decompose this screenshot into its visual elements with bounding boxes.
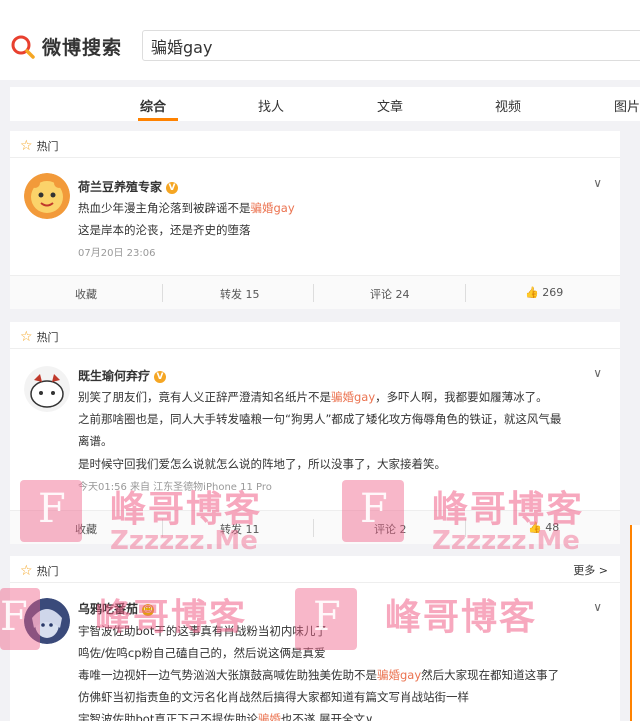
username-text[interactable]: 荷兰豆养殖专家 xyxy=(78,180,162,194)
username-text[interactable]: 既生瑜何弃疗 xyxy=(78,369,150,383)
divider xyxy=(10,582,620,583)
post-meta[interactable]: 今天01:56 来自 江东圣德物iPhone 11 Pro xyxy=(78,478,272,493)
comment-button[interactable]: 评论 2 xyxy=(374,521,407,537)
username-text[interactable]: 乌鸦吃番茄 xyxy=(78,602,138,616)
avatar[interactable] xyxy=(24,598,70,644)
separator xyxy=(313,519,314,537)
tab-comprehensive[interactable]: 综合 xyxy=(140,96,166,115)
hot-label: ☆ 热门 xyxy=(20,138,59,154)
star-icon: ☆ xyxy=(20,329,33,345)
keyword-highlight[interactable]: 骗婚gay xyxy=(331,390,375,404)
repost-button[interactable]: 转发 15 xyxy=(220,286,260,302)
post-line: 之前那啥圈也是，同人大手转发嗑粮一句“狗男人”都成了矮化攻方侮辱角色的铁证，就这… xyxy=(78,412,562,426)
post-line: 别笑了朋友们，竟有人义正辞严澄清知名纸片不是骗婚gay，多吓人啊，我都要如履薄冰… xyxy=(78,390,548,404)
weibo-card: ☆ 热门 既生瑜何弃疗 V ∨ 别笑了朋友们，竟有人义正辞严澄清知名纸片不是骗婚g… xyxy=(10,322,620,544)
weibo-search-logo[interactable]: 微博搜索 xyxy=(10,33,122,60)
like-button[interactable]: 👍 48 xyxy=(528,521,559,534)
post-line: 鸣佐/佐鸣cp粉自己磕自己的，然后说这俩是真爱 xyxy=(78,646,326,660)
chevron-down-icon[interactable]: ∨ xyxy=(593,600,602,614)
post-meta[interactable]: 07月20日 23:06 xyxy=(78,244,155,259)
collect-button[interactable]: 收藏 xyxy=(75,521,97,537)
thumbs-up-icon: 👍 xyxy=(525,286,539,299)
chevron-down-icon[interactable]: ∨ xyxy=(593,366,602,380)
separator xyxy=(465,284,466,302)
weibo-card: ☆ 热门 更多 > 乌鸦吃番茄 ☺ ∨ 宇智波佐助bot干的这事真有肖战粉当初内味… xyxy=(10,556,620,721)
logo-text: 微博搜索 xyxy=(42,37,123,59)
post-line: 离谱。 xyxy=(78,434,113,448)
divider xyxy=(10,348,620,349)
tab-users[interactable]: 找人 xyxy=(258,96,284,115)
keyword-highlight[interactable]: 骗婚 xyxy=(258,712,281,721)
post-line: 是时候守回我们爱怎么说就怎么说的阵地了，所以没事了，大家接着笑。 xyxy=(78,457,446,471)
post-line: 宇智波佐助bot干的这事真有肖战粉当初内味儿了 xyxy=(78,624,327,638)
search-box[interactable] xyxy=(142,30,640,61)
collect-button[interactable]: 收藏 xyxy=(75,286,97,302)
emoji-icon: ☺ xyxy=(142,603,155,616)
search-logo-icon xyxy=(10,34,36,60)
post-line: 宇智波佐助bot真正下己不提佐助论骗婚也不遂 展开全文∨ xyxy=(78,711,373,721)
hot-label-text: 热门 xyxy=(36,331,59,344)
avatar[interactable] xyxy=(24,173,70,219)
tab-videos[interactable]: 视频 xyxy=(495,96,521,115)
hot-label: ☆ 热门 xyxy=(20,563,59,579)
hot-label: ☆ 热门 xyxy=(20,329,59,345)
like-count: 269 xyxy=(542,286,564,299)
more-link[interactable]: 更多 > xyxy=(573,562,608,578)
side-panel-edge xyxy=(630,525,640,721)
search-tabs: 综合 找人 文章 视频 图片 xyxy=(10,87,640,121)
post-line: 仿佛虾当初指责鱼的文污名化肖战然后搞得大家都知道有篇文写肖战站街一样 xyxy=(78,690,469,704)
repost-button[interactable]: 转发 11 xyxy=(220,521,260,537)
like-button[interactable]: 👍 269 xyxy=(525,286,563,299)
search-input[interactable] xyxy=(143,31,640,60)
post-line: 这是岸本的沦丧，还是齐史的堕落 xyxy=(78,223,251,237)
action-bar: 收藏 转发 11 评论 2 👍 48 xyxy=(10,510,620,544)
verified-badge-icon: V xyxy=(154,370,167,383)
username[interactable]: 荷兰豆养殖专家 V xyxy=(78,178,179,195)
keyword-highlight[interactable]: 骗婚gay xyxy=(377,668,421,682)
header: 微博搜索 xyxy=(0,0,640,80)
weibo-card: ☆ 热门 荷兰豆养殖专家 V ∨ 热血少年漫主角沦落到被辟谣不是骗婚gay 这是岸… xyxy=(10,131,620,309)
star-icon: ☆ xyxy=(20,138,33,154)
thumbs-up-icon: 👍 xyxy=(528,521,542,534)
post-line: 毒唯一边视奸一边气势汹汹大张旗鼓高喊佐助独美佐助不是骗婚gay然后大家现在都知道… xyxy=(78,668,560,682)
like-count: 48 xyxy=(545,521,560,534)
star-icon: ☆ xyxy=(20,563,33,579)
separator xyxy=(162,519,163,537)
avatar[interactable] xyxy=(24,366,70,412)
tab-images[interactable]: 图片 xyxy=(614,96,640,115)
separator xyxy=(162,284,163,302)
keyword-highlight[interactable]: 骗婚gay xyxy=(251,201,295,215)
hot-label-text: 热门 xyxy=(36,565,59,578)
hot-label-text: 热门 xyxy=(36,140,59,153)
action-bar: 收藏 转发 15 评论 24 👍 269 xyxy=(10,275,620,309)
divider xyxy=(10,157,620,158)
active-tab-indicator xyxy=(138,118,178,121)
chevron-down-icon[interactable]: ∨ xyxy=(593,176,602,190)
separator xyxy=(313,284,314,302)
comment-button[interactable]: 评论 24 xyxy=(370,286,410,302)
separator xyxy=(465,519,466,537)
username[interactable]: 既生瑜何弃疗 V xyxy=(78,367,167,384)
username[interactable]: 乌鸦吃番茄 ☺ xyxy=(78,600,155,617)
tab-articles[interactable]: 文章 xyxy=(377,96,403,115)
verified-badge-icon: V xyxy=(166,181,179,194)
post-line: 热血少年漫主角沦落到被辟谣不是骗婚gay xyxy=(78,201,295,215)
